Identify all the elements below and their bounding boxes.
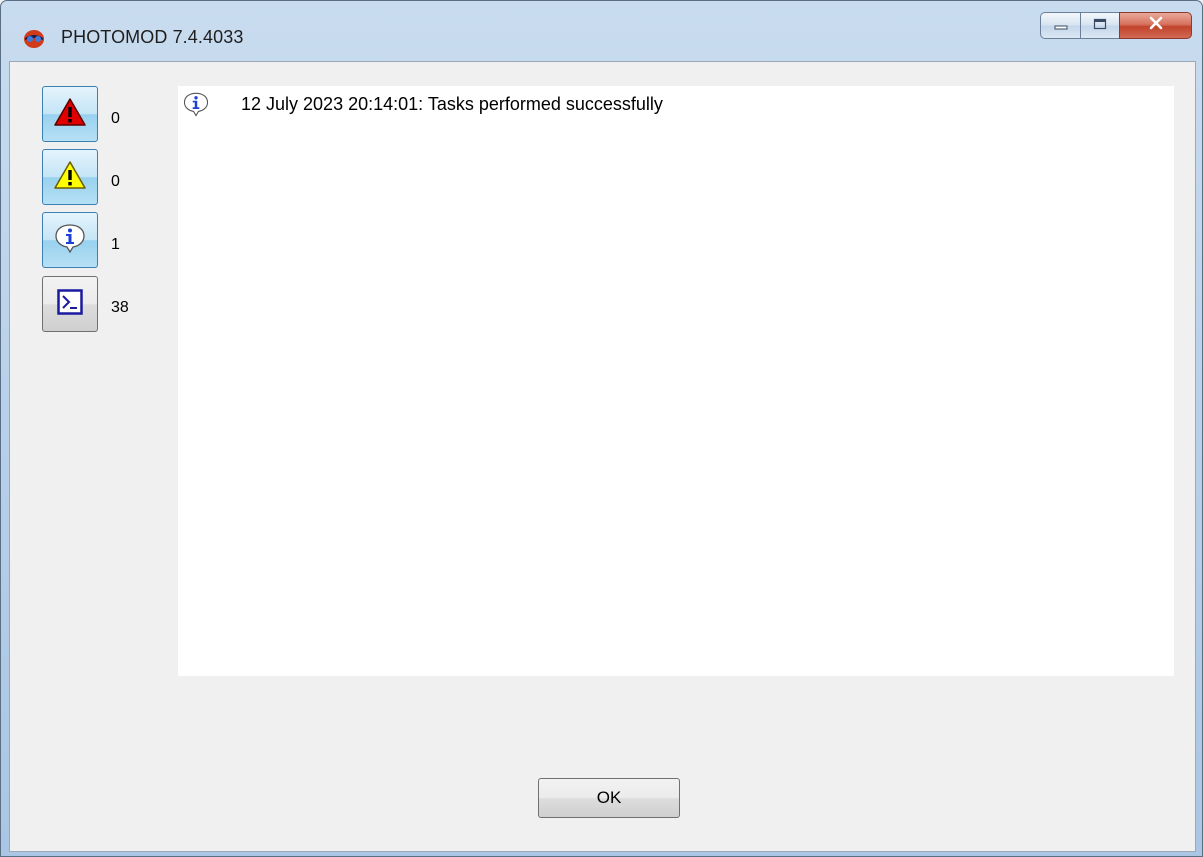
console-count: 38 xyxy=(111,299,129,316)
close-button[interactable] xyxy=(1119,12,1192,39)
error-count: 0 xyxy=(111,110,120,127)
info-icon xyxy=(53,222,87,259)
ok-button[interactable]: OK xyxy=(538,778,680,818)
info-icon xyxy=(182,90,210,118)
log-message-text: 12 July 2023 20:14:01: Tasks performed s… xyxy=(241,93,663,114)
maximize-button[interactable] xyxy=(1080,12,1119,39)
warning-filter-button[interactable] xyxy=(42,149,98,205)
maximize-icon xyxy=(1093,17,1107,35)
info-filter-button[interactable] xyxy=(42,212,98,268)
dialog-body: 0 0 1 38 12 July 2023 20:14:01: Tasks pe… xyxy=(9,61,1196,852)
window-title: PHOTOMOD 7.4.4033 xyxy=(61,27,244,47)
close-icon xyxy=(1148,16,1164,35)
log-message-list[interactable]: 12 July 2023 20:14:01: Tasks performed s… xyxy=(178,86,1174,676)
caption-buttons xyxy=(1040,12,1192,40)
warning-icon xyxy=(53,160,87,195)
list-item[interactable]: 12 July 2023 20:14:01: Tasks performed s… xyxy=(182,90,663,118)
warning-count: 0 xyxy=(111,173,120,190)
console-icon xyxy=(57,288,83,320)
photomod-app-icon[interactable] xyxy=(23,29,45,49)
minimize-icon xyxy=(1054,17,1068,35)
error-icon xyxy=(53,97,87,132)
info-count: 1 xyxy=(111,236,120,253)
console-filter-button[interactable] xyxy=(42,276,98,332)
error-filter-button[interactable] xyxy=(42,86,98,142)
photomod-window: PHOTOMOD 7.4.4033 0 0 1 38 12 July 2023 … xyxy=(0,0,1203,857)
title-bar[interactable]: PHOTOMOD 7.4.4033 xyxy=(1,1,1202,61)
minimize-button[interactable] xyxy=(1040,12,1080,39)
